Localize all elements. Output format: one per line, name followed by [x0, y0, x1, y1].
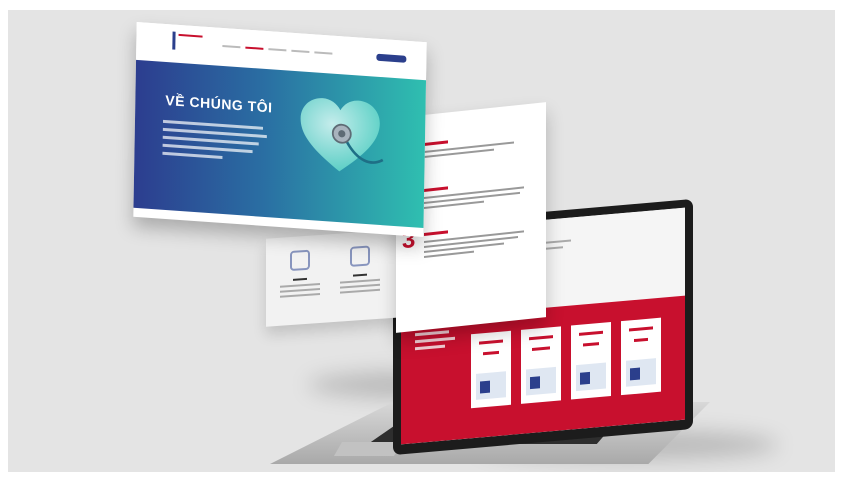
service-card — [521, 326, 561, 404]
nav-cta-button — [376, 53, 407, 63]
feature-item — [334, 240, 386, 310]
heart-stethoscope-icon — [300, 98, 384, 172]
service-card — [571, 322, 611, 400]
hands-icon — [350, 245, 370, 267]
nav-item — [268, 48, 287, 52]
service-card — [621, 317, 661, 396]
nav-menu — [222, 44, 333, 55]
feature-item — [274, 245, 326, 315]
service-card — [471, 330, 511, 409]
hero-description — [162, 119, 267, 167]
floating-page-hero: VỀ CHÚNG TÔI — [133, 21, 427, 238]
nav-item — [291, 49, 310, 54]
services-label — [415, 330, 455, 354]
nav-item-active — [245, 46, 264, 50]
mockup-scene: 1 2 3 VỀ CHÚNG TÔI — [8, 10, 835, 472]
laptop-trackpad — [333, 442, 403, 456]
nav-item — [314, 51, 333, 55]
nav-item — [222, 44, 241, 49]
hero-title: VỀ CHÚNG TÔI — [165, 91, 273, 116]
handshake-icon — [290, 249, 310, 272]
site-logo — [172, 31, 208, 52]
hero-banner: VỀ CHÚNG TÔI — [133, 59, 427, 229]
